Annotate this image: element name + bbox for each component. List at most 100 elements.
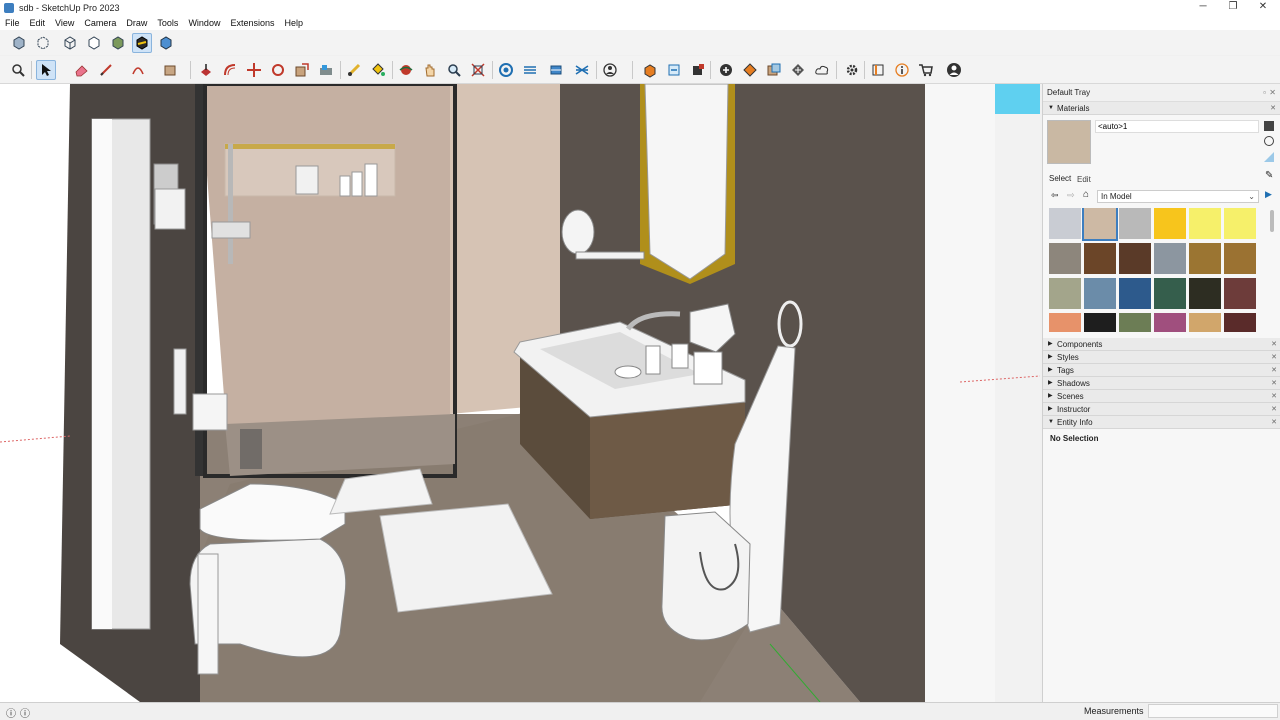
push-pull-tool-icon[interactable] <box>196 60 216 80</box>
zoom-extents-icon[interactable] <box>8 60 28 80</box>
3d-warehouse-icon[interactable] <box>664 60 684 80</box>
shaded-textures-style-icon[interactable] <box>132 33 152 53</box>
move-tool-icon[interactable] <box>244 60 264 80</box>
components-icon[interactable] <box>640 60 660 80</box>
material-swatch[interactable] <box>1084 278 1116 309</box>
menu-camera[interactable]: Camera <box>79 18 121 28</box>
tags-panel-header[interactable]: ▶ Tags ✕ <box>1043 364 1280 377</box>
material-swatch[interactable] <box>1082 208 1118 241</box>
credits-info-icon[interactable]: ⓘ <box>20 705 30 720</box>
section-fill-icon[interactable] <box>546 60 566 80</box>
material-swatch[interactable] <box>1224 313 1256 332</box>
panel-close-icon[interactable]: ✕ <box>1271 351 1277 364</box>
orbit-tool-icon[interactable] <box>396 60 416 80</box>
material-swatch[interactable] <box>1189 243 1221 274</box>
account-icon[interactable] <box>944 60 964 80</box>
instructor-panel-header[interactable]: ▶ Instructor ✕ <box>1043 403 1280 416</box>
menu-tools[interactable]: Tools <box>152 18 183 28</box>
section-plane-icon[interactable] <box>496 60 516 80</box>
material-swatch[interactable] <box>1049 278 1081 309</box>
tape-measure-tool-icon[interactable] <box>344 60 364 80</box>
material-swatch[interactable] <box>1189 278 1221 309</box>
close-button[interactable]: ✕ <box>1248 0 1278 15</box>
material-swatch[interactable] <box>1154 208 1186 239</box>
follow-me-tool-icon[interactable] <box>316 60 336 80</box>
tab-edit[interactable]: Edit <box>1077 175 1091 184</box>
material-swatch[interactable] <box>1189 208 1221 239</box>
menu-draw[interactable]: Draw <box>121 18 152 28</box>
rotate-tool-icon[interactable] <box>268 60 288 80</box>
styles-panel-header[interactable]: ▶ Styles ✕ <box>1043 351 1280 364</box>
home-icon[interactable]: ⌂ <box>1083 189 1089 200</box>
details-arrow-icon[interactable]: ▶ <box>1265 189 1272 200</box>
section-display-icon[interactable] <box>572 60 592 80</box>
components-panel-header[interactable]: ▶ Components ✕ <box>1043 338 1280 351</box>
paint-bucket-tool-icon[interactable] <box>368 60 388 80</box>
scenes-panel-header[interactable]: ▶ Scenes ✕ <box>1043 390 1280 403</box>
menu-edit[interactable]: Edit <box>25 18 51 28</box>
panel-close-icon[interactable]: ✕ <box>1271 377 1277 390</box>
geo-location-icon[interactable] <box>740 60 760 80</box>
material-swatch[interactable] <box>1189 313 1221 332</box>
shadows-panel-header[interactable]: ▶ Shadows ✕ <box>1043 377 1280 390</box>
eyedropper-icon[interactable]: ✎ <box>1265 170 1273 181</box>
zoom-window-icon[interactable] <box>468 60 488 80</box>
material-swatch[interactable] <box>1084 313 1116 332</box>
material-sample-icon[interactable] <box>1264 136 1274 146</box>
minimize-button[interactable]: ─ <box>1188 0 1218 15</box>
arc-tool-icon[interactable] <box>128 60 148 80</box>
material-swatch[interactable] <box>1084 243 1116 274</box>
cloud-icon[interactable] <box>812 60 832 80</box>
scale-tool-icon[interactable] <box>292 60 312 80</box>
panel-close-icon[interactable]: ✕ <box>1271 416 1277 429</box>
add-location-icon[interactable] <box>716 60 736 80</box>
zoom-tool-icon[interactable] <box>444 60 464 80</box>
hiddenline-style-icon[interactable] <box>84 33 104 53</box>
info-icon[interactable] <box>892 60 912 80</box>
3d-viewport[interactable] <box>0 84 1040 702</box>
camera-position-icon[interactable] <box>600 60 620 80</box>
materials-panel-header[interactable]: ▼ Materials ✕ <box>1043 102 1280 115</box>
menu-file[interactable]: File <box>0 18 25 28</box>
material-swatch[interactable] <box>1154 278 1186 309</box>
panel-close-icon[interactable]: ✕ <box>1271 403 1277 416</box>
ruby-console-icon[interactable] <box>868 60 888 80</box>
material-swatch[interactable] <box>1154 313 1186 332</box>
material-swatch[interactable] <box>1119 313 1151 332</box>
material-swatch[interactable] <box>1049 313 1081 332</box>
material-name-input[interactable] <box>1095 120 1259 133</box>
pan-tool-icon[interactable] <box>420 60 440 80</box>
material-swatch[interactable] <box>1049 208 1081 239</box>
section-cut-icon[interactable] <box>520 60 540 80</box>
tab-select[interactable]: Select <box>1049 174 1071 183</box>
entity-info-panel-header[interactable]: ▼ Entity Info ✕ <box>1043 416 1280 429</box>
measurements-input[interactable] <box>1148 704 1278 718</box>
panel-close-icon[interactable]: ✕ <box>1271 364 1277 377</box>
forward-arrow-icon[interactable]: ⇨ <box>1067 190 1075 201</box>
material-swatch[interactable] <box>1119 208 1151 239</box>
create-material-icon[interactable] <box>1264 121 1274 131</box>
geo-status-icon[interactable]: ⓘ <box>6 705 16 720</box>
material-swatch[interactable] <box>1154 243 1186 274</box>
menu-extensions[interactable]: Extensions <box>225 18 279 28</box>
tray-pin-icon[interactable]: ▫ <box>1263 84 1266 102</box>
collection-select[interactable]: In Model ⌄ <box>1097 190 1259 203</box>
menu-help[interactable]: Help <box>279 18 308 28</box>
default-material-icon[interactable] <box>1264 152 1274 162</box>
material-swatch[interactable] <box>1049 243 1081 274</box>
rectangle-tool-icon[interactable] <box>160 60 180 80</box>
sandbox-icon[interactable] <box>788 60 808 80</box>
settings-icon[interactable] <box>842 60 862 80</box>
menu-view[interactable]: View <box>50 18 79 28</box>
xray-style-icon[interactable] <box>9 33 29 53</box>
offset-tool-icon[interactable] <box>220 60 240 80</box>
material-swatch[interactable] <box>1119 278 1151 309</box>
panel-close-icon[interactable]: ✕ <box>1271 338 1277 351</box>
panel-close-icon[interactable]: ✕ <box>1270 102 1276 115</box>
swatch-scrollbar[interactable] <box>1270 210 1274 232</box>
backedges-style-icon[interactable] <box>33 33 53 53</box>
menu-window[interactable]: Window <box>183 18 225 28</box>
material-swatch[interactable] <box>1119 243 1151 274</box>
eraser-tool-icon[interactable] <box>72 60 92 80</box>
monochrome-style-icon[interactable] <box>156 33 176 53</box>
